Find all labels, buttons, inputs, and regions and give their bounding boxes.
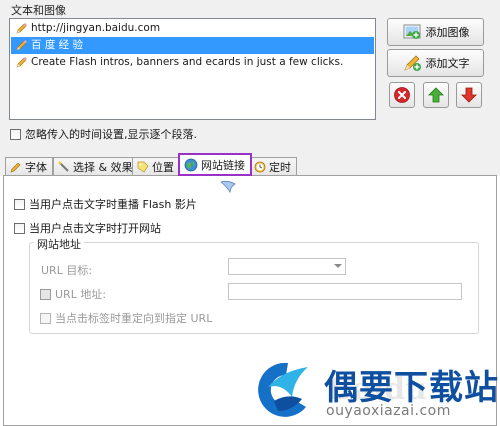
tab-label: 网站链接	[201, 158, 245, 172]
redirect-label: 当点击标签时重定向到指定 URL	[55, 312, 213, 325]
tab-timing[interactable]: 定时	[249, 157, 297, 176]
redirect-row[interactable]: 当点击标签时重定向到指定 URL	[40, 310, 212, 326]
ignore-timing-checkbox[interactable]	[10, 128, 21, 140]
pencil-icon	[16, 23, 28, 34]
url-target-select[interactable]	[228, 258, 346, 275]
url-address-indicator-icon	[40, 288, 51, 300]
open-website-checkbox[interactable]	[14, 222, 25, 234]
list-item-label: http://jingyan.baidu.com	[31, 22, 161, 34]
redirect-checkbox[interactable]	[40, 312, 51, 324]
url-target-label: URL 目标:	[41, 264, 93, 277]
pencil-icon	[16, 57, 28, 68]
delete-button[interactable]	[389, 82, 415, 108]
url-address-row: URL 地址:	[40, 286, 106, 302]
wand-icon	[58, 161, 69, 172]
arrow-down-icon	[461, 87, 477, 103]
tab-select-effects[interactable]: 选择 & 效果	[53, 157, 139, 176]
list-item[interactable]: Create Flash intros, banners and ecards …	[11, 54, 343, 71]
replay-flash-row[interactable]: 当用户点击文字时重播 Flash 影片	[14, 196, 197, 212]
add-image-icon	[403, 24, 420, 39]
move-up-button[interactable]	[423, 82, 449, 108]
website-address-title: 网站地址	[34, 236, 84, 252]
tab-position[interactable]: 位置	[132, 157, 180, 176]
globe-icon	[184, 158, 198, 171]
arrow-up-icon	[428, 87, 444, 103]
tag-icon	[137, 161, 149, 173]
chevron-down-icon	[334, 264, 342, 268]
tab-label: 字体	[25, 161, 47, 174]
text-list[interactable]: http://jingyan.baidu.com 百 度 经 验 Create …	[9, 18, 376, 120]
pencil-icon	[16, 40, 28, 51]
watermark-title: 偶要下载站	[324, 368, 499, 408]
add-text-label: 添加文字	[425, 57, 470, 70]
tab-font[interactable]: 字体	[5, 157, 53, 176]
list-item-label: 百 度 经 验	[31, 39, 84, 51]
watermark-url: ouyaoxiazai.com	[326, 403, 451, 419]
url-address-input[interactable]	[228, 283, 462, 300]
watermark-logo-icon	[258, 362, 308, 417]
clock-icon	[254, 161, 266, 173]
tab-label: 位置	[152, 161, 174, 174]
delete-icon	[394, 87, 410, 103]
add-image-label: 添加图像	[425, 26, 470, 39]
open-website-label: 当用户点击文字时打开网站	[29, 222, 161, 235]
add-image-button[interactable]: 添加图像	[387, 18, 484, 46]
cursor-icon	[220, 180, 236, 194]
tab-label: 定时	[269, 161, 291, 174]
list-item-selected[interactable]: 百 度 经 验	[11, 37, 374, 54]
replay-flash-checkbox[interactable]	[14, 198, 25, 210]
move-down-button[interactable]	[456, 82, 482, 108]
ignore-timing-label: 忽略传入的时间设置,显示逐个段落.	[25, 128, 197, 141]
add-text-button[interactable]: 添加文字	[387, 49, 484, 77]
open-website-row[interactable]: 当用户点击文字时打开网站	[14, 220, 161, 236]
pencil-icon	[10, 162, 21, 173]
section-title: 文本和图像	[11, 4, 66, 17]
add-text-icon	[403, 55, 421, 71]
list-item[interactable]: http://jingyan.baidu.com	[11, 20, 160, 37]
ignore-timing-row[interactable]: 忽略传入的时间设置,显示逐个段落.	[10, 126, 197, 142]
url-address-label: URL 地址:	[55, 288, 107, 301]
tab-website-link[interactable]: 网站链接	[178, 153, 252, 176]
list-item-label: Create Flash intros, banners and ecards …	[31, 56, 344, 68]
replay-flash-label: 当用户点击文字时重播 Flash 影片	[29, 198, 197, 211]
tab-label: 选择 & 效果	[73, 161, 133, 174]
